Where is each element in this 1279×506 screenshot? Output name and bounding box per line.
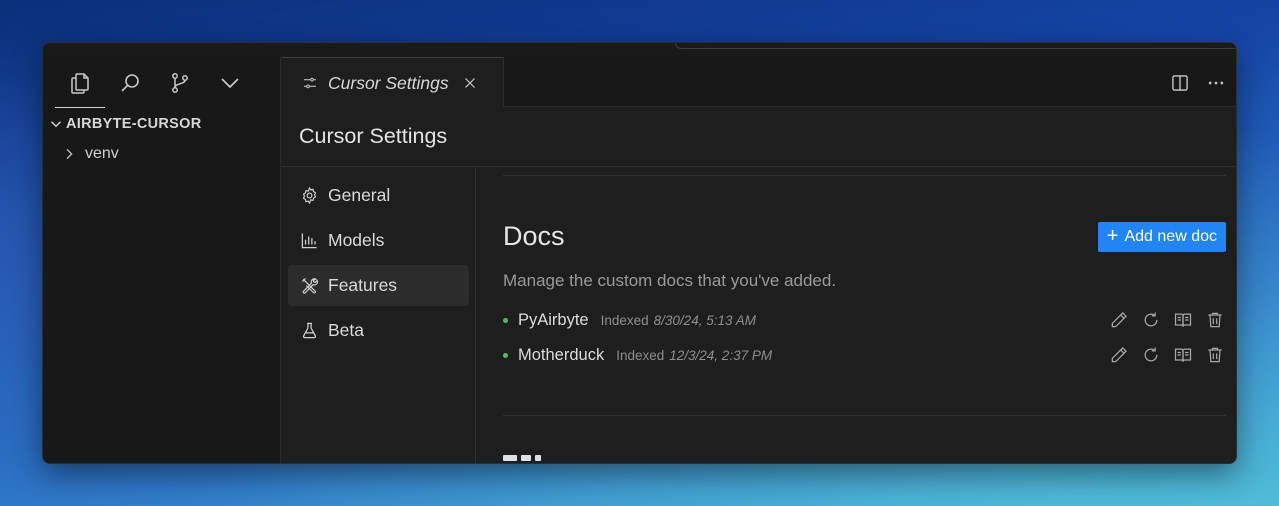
docs-description: Manage the custom docs that you've added… [503,271,837,290]
doc-row: PyAirbyte Indexed 8/30/24, 5:13 AM [503,307,1226,333]
chevron-down-icon[interactable] [205,58,255,108]
docs-header: Docs + Add new doc [503,221,1226,255]
book-icon[interactable] [1172,344,1194,366]
trash-icon[interactable] [1204,309,1226,331]
tree-item-venv[interactable]: venv [43,139,280,169]
split-editor-icon[interactable] [1166,69,1194,97]
refresh-icon[interactable] [1140,344,1162,366]
settings-nav: General Models Features Beta [282,167,476,463]
files-icon[interactable] [55,58,105,108]
editor-actions [1166,69,1230,97]
explorer-root[interactable]: AIRBYTE-CURSOR [43,109,280,139]
flask-icon [302,322,317,339]
window-top-strip [43,43,1236,57]
source-control-icon[interactable] [155,58,205,108]
status-dot-icon [503,317,508,323]
chevron-down-icon [50,121,62,128]
doc-row: Motherduck Indexed 12/3/24, 2:37 PM [503,342,1226,368]
docs-title: Docs [503,221,565,251]
plus-icon: + [1106,225,1119,247]
tree-item-label: venv [85,145,119,162]
divider [503,415,1226,416]
tools-icon [301,277,319,294]
tab-bar: Cursor Settings [282,57,1236,108]
book-icon[interactable] [1172,309,1194,331]
settings-content: General Models Features Beta Docs + Add … [282,167,1236,463]
doc-indexed-label: Indexed [616,347,665,363]
editor-area: Cursor Settings Cursor Settings General … [282,57,1236,463]
trash-icon[interactable] [1204,344,1226,366]
doc-actions [1108,342,1226,368]
nav-item-label: General [328,185,391,205]
settings-sliders-icon [304,77,316,89]
nav-item-label: Features [328,275,398,295]
explorer-sidebar: AIRBYTE-CURSOR venv [43,57,281,463]
doc-indexed-date: 8/30/24, 5:13 AM [653,312,756,328]
nav-item-beta[interactable]: Beta [288,310,469,351]
doc-indexed-label: Indexed [600,312,649,328]
close-icon[interactable] [461,74,479,92]
edit-icon[interactable] [1108,344,1130,366]
doc-name: PyAirbyte [518,310,589,329]
divider [503,175,1226,176]
status-dot-icon [503,352,508,358]
tab-label: Cursor Settings [328,72,449,93]
page-title: Cursor Settings [282,107,1236,167]
search-icon[interactable] [105,58,155,108]
edit-icon[interactable] [1108,309,1130,331]
doc-indexed-date: 12/3/24, 2:37 PM [669,347,773,363]
explorer-root-label: AIRBYTE-CURSOR [66,116,202,132]
activity-bar [43,57,280,109]
doc-name: Motherduck [518,345,605,364]
nav-item-models[interactable]: Models [288,220,469,261]
nav-item-features[interactable]: Features [288,265,469,306]
add-new-doc-label: Add new doc [1124,228,1217,245]
refresh-icon[interactable] [1140,309,1162,331]
nav-item-label: Beta [328,320,364,340]
app-window: AIRBYTE-CURSOR venv Cursor Settings Curs… [42,42,1237,464]
docs-panel: Docs + Add new doc Manage the custom doc… [477,167,1236,463]
doc-actions [1108,307,1226,333]
chevron-right-icon [66,148,73,160]
next-section-heading-cutoff [503,451,763,461]
chart-icon [301,233,317,249]
gear-icon [302,186,317,205]
more-actions-icon[interactable] [1202,69,1230,97]
nav-item-general[interactable]: General [288,175,469,216]
nav-item-label: Models [328,230,385,250]
add-new-doc-button[interactable]: + Add new doc [1097,222,1226,252]
tab-cursor-settings[interactable]: Cursor Settings [282,57,504,108]
